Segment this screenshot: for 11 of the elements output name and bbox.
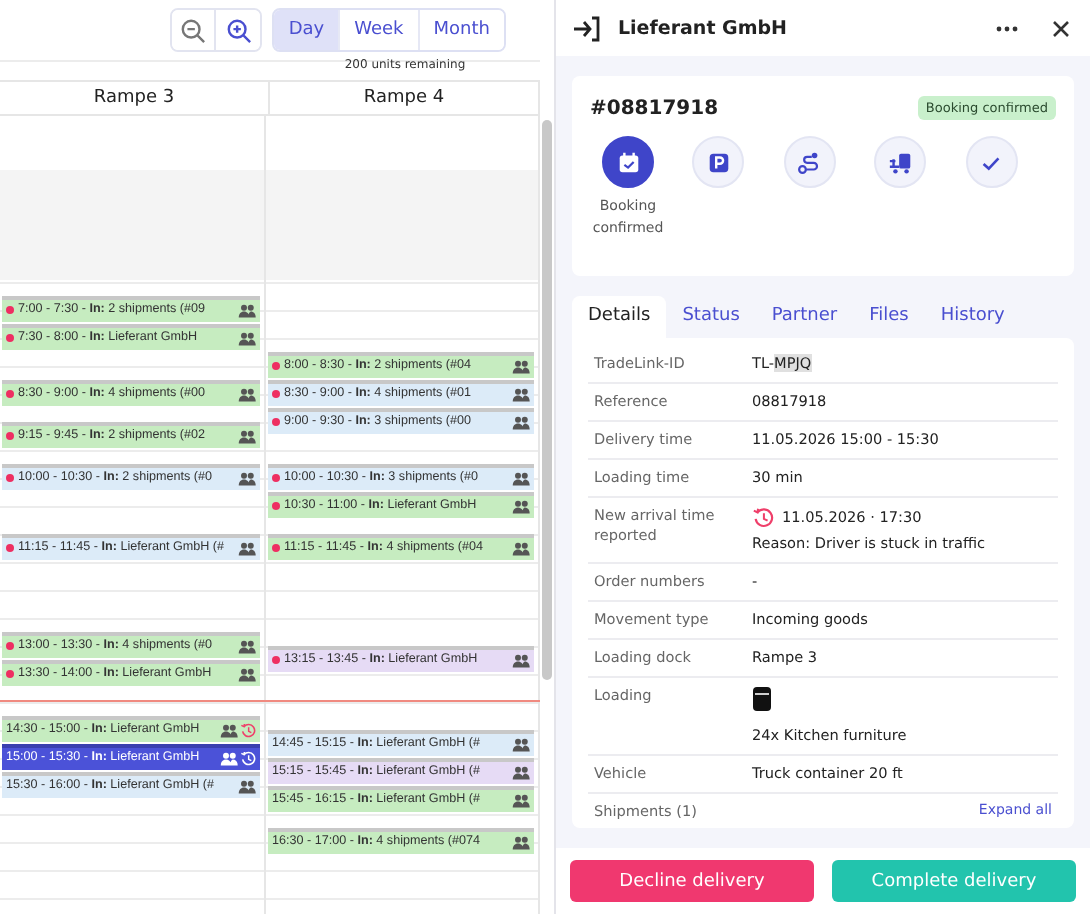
tab[interactable]: History bbox=[924, 296, 1021, 338]
decline-button[interactable]: Decline delivery bbox=[570, 860, 814, 902]
tab[interactable]: Details bbox=[572, 296, 667, 338]
tab[interactable]: Files bbox=[853, 296, 925, 338]
column-header: Rampe 3 bbox=[0, 82, 270, 114]
column-header: Rampe 4 bbox=[270, 82, 540, 114]
panel-title: Lieferant GmbH bbox=[618, 17, 789, 39]
view-tab[interactable]: Day bbox=[274, 10, 341, 50]
tab[interactable]: Status bbox=[666, 296, 756, 338]
tab[interactable]: Partner bbox=[755, 296, 854, 338]
booking-number: #08817918 bbox=[590, 97, 719, 119]
